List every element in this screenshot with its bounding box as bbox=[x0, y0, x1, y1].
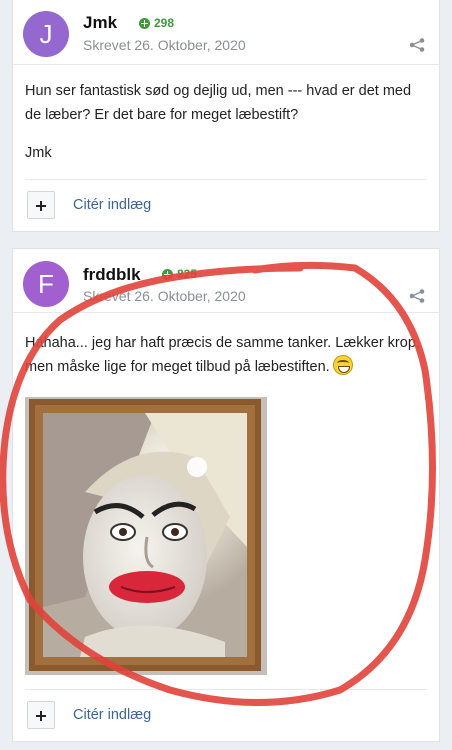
post-jmk: J Jmk 298 Skrevet 26. Oktober, 2020 Hun … bbox=[12, 0, 440, 232]
post-header: F frddblk 825 Skrevet 26. Oktober, 2020 bbox=[13, 249, 439, 313]
share-icon[interactable] bbox=[409, 289, 425, 303]
post-footer: Citér indlæg bbox=[25, 179, 427, 231]
avatar[interactable]: J bbox=[23, 11, 69, 57]
grinning-face-icon bbox=[332, 355, 353, 375]
clown-portrait-image[interactable] bbox=[25, 397, 267, 675]
author-name[interactable]: frddblk bbox=[83, 265, 141, 285]
post-frddblk: F frddblk 825 Skrevet 26. Oktober, 2020 … bbox=[12, 248, 440, 742]
post-signature: Jmk bbox=[25, 145, 52, 161]
share-icon[interactable] bbox=[409, 38, 425, 52]
post-text: Hahaha... jeg har haft præcis de samme t… bbox=[25, 335, 420, 375]
post-paragraph: Hahaha... jeg har haft præcis de samme t… bbox=[25, 331, 427, 379]
reputation-count: 825 bbox=[177, 267, 198, 281]
post-date[interactable]: Skrevet 26. Oktober, 2020 bbox=[83, 288, 246, 304]
quote-post-link[interactable]: Citér indlæg bbox=[73, 197, 151, 213]
post-content: Hahaha... jeg har haft præcis de samme t… bbox=[25, 331, 427, 393]
reputation-badge: 825 bbox=[162, 267, 197, 281]
post-footer: Citér indlæg bbox=[25, 689, 427, 741]
plus-circle-icon bbox=[162, 268, 173, 280]
avatar[interactable]: F bbox=[23, 261, 69, 307]
multiquote-button[interactable] bbox=[27, 191, 55, 219]
reputation-badge: 298 bbox=[139, 16, 174, 30]
quote-post-link[interactable]: Citér indlæg bbox=[73, 707, 151, 723]
post-header: J Jmk 298 Skrevet 26. Oktober, 2020 bbox=[13, 0, 439, 65]
post-date[interactable]: Skrevet 26. Oktober, 2020 bbox=[83, 37, 246, 53]
reputation-count: 298 bbox=[154, 16, 175, 30]
multiquote-button[interactable] bbox=[27, 701, 55, 729]
post-paragraph: Hun ser fantastisk sød og dejlig ud, men… bbox=[25, 83, 412, 123]
author-name[interactable]: Jmk bbox=[83, 13, 117, 33]
plus-circle-icon bbox=[139, 17, 150, 29]
post-content: Hun ser fantastisk sød og dejlig ud, men… bbox=[25, 79, 427, 179]
